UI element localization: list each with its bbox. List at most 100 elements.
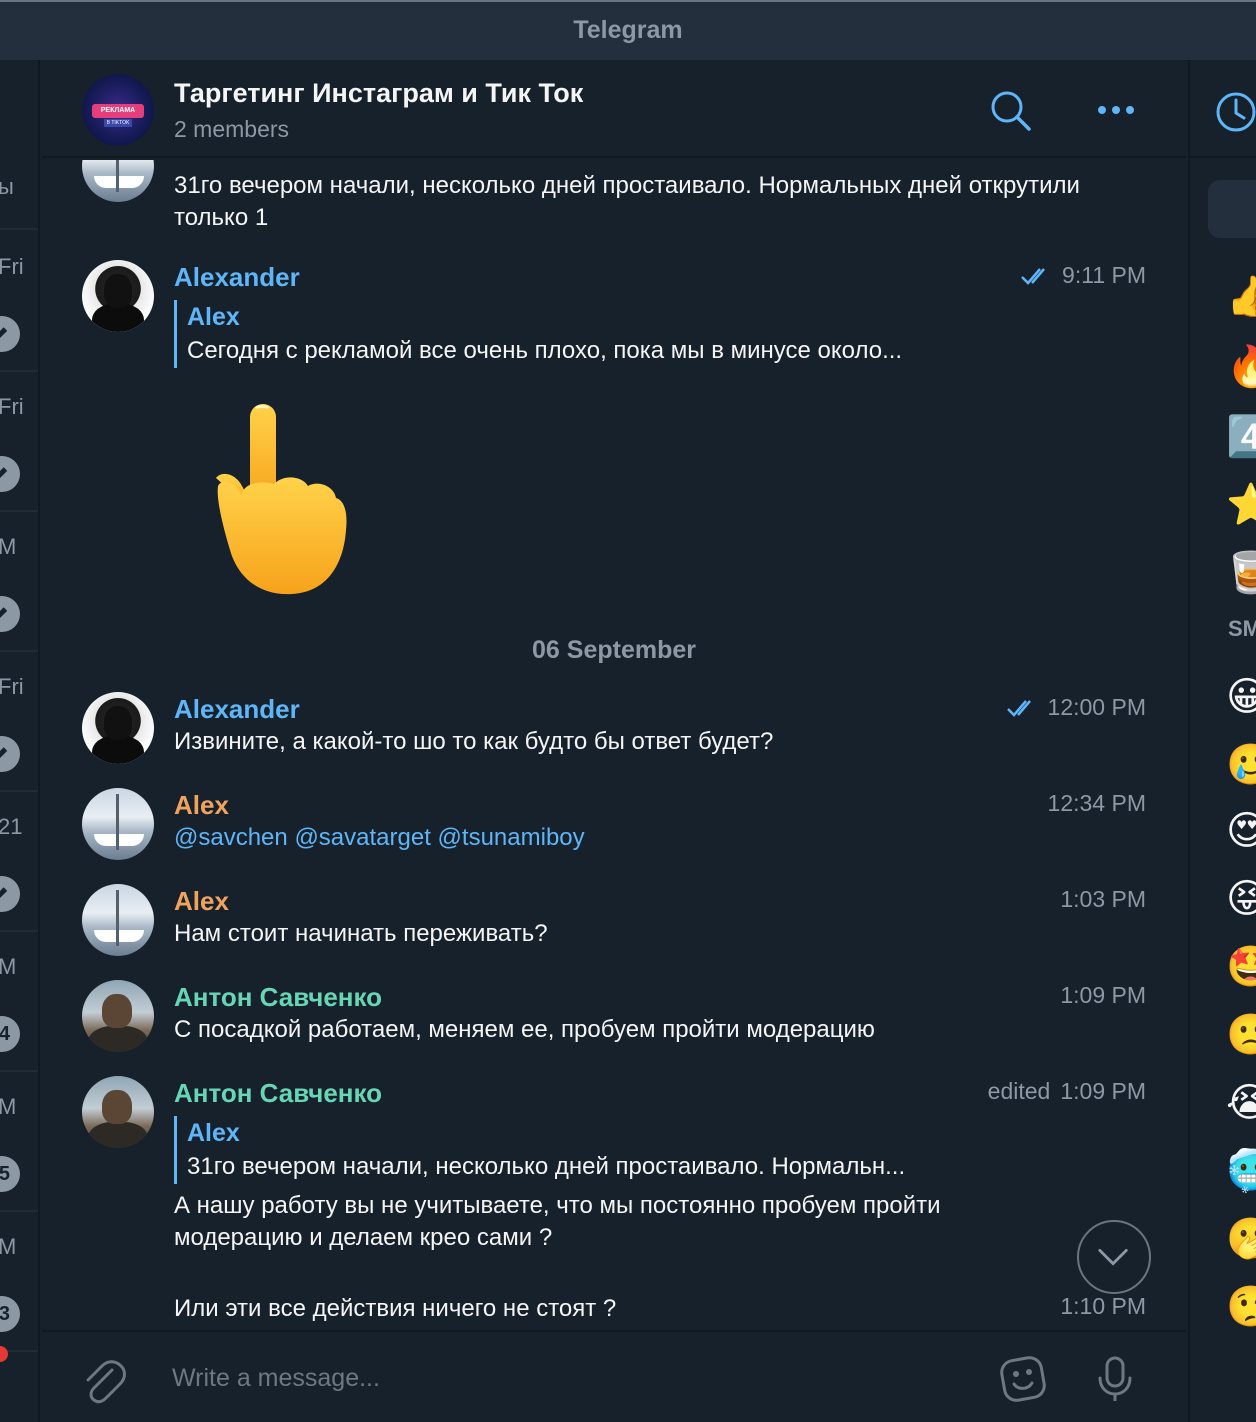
chat-list-item[interactable]: Fri xyxy=(0,372,38,512)
message[interactable]: Антон Савченко 1:09 PM С посадкой работа… xyxy=(174,980,1146,1046)
avatar[interactable] xyxy=(82,1076,154,1148)
chat-list-item[interactable]: ы xyxy=(0,130,38,230)
message-time: 12:00 PM xyxy=(1047,694,1146,720)
microphone-icon[interactable] xyxy=(1090,1354,1140,1404)
message-time: 1:03 PM xyxy=(1060,886,1146,912)
message-time: 1:09 PM xyxy=(1060,1078,1146,1104)
unread-badge: 3 xyxy=(0,1296,20,1332)
message[interactable]: Alex 1:03 PM Нам стоит начинать пережива… xyxy=(174,884,1146,950)
emoji[interactable]: 🤥 xyxy=(1226,1282,1256,1332)
message-meta: edited 1:09 PM xyxy=(988,1078,1146,1105)
emoji[interactable]: 😭 xyxy=(1226,1078,1256,1128)
message-meta: 12:34 PM xyxy=(1048,790,1146,817)
reply-text: 31го вечером начали, несколько дней прос… xyxy=(187,1153,906,1180)
emoji[interactable]: 😍 xyxy=(1226,806,1256,856)
chat-list-item[interactable]: M 4 xyxy=(0,932,38,1072)
message[interactable]: Alexander 12:00 PM Извините, а какой-то … xyxy=(174,692,1146,758)
scroll-to-bottom-button[interactable] xyxy=(1077,1220,1151,1294)
chat-list-item[interactable]: M 3 xyxy=(0,1212,38,1352)
paperclip-icon[interactable] xyxy=(78,1356,128,1406)
chat-header[interactable]: РЕКЛАМА В TIKTOK Таргетинг Инстаграм и Т… xyxy=(42,60,1186,158)
chat-list-item-time: 21 xyxy=(0,814,23,839)
mention-link[interactable]: @savchen xyxy=(174,824,288,851)
avatar[interactable] xyxy=(82,692,154,764)
chat-list-item[interactable]: Fri xyxy=(0,232,38,372)
message[interactable]: 31го вечером начали, несколько дней прос… xyxy=(174,170,1146,234)
message-meta: 12:00 PM xyxy=(1006,694,1146,721)
sticker-icon[interactable] xyxy=(998,1354,1048,1404)
message-sender[interactable]: Alexander xyxy=(174,692,1146,726)
chat-list-strip[interactable]: ы Fri Fri M Fri 21 M 4 M 5 M 3 xyxy=(0,60,40,1422)
avatar[interactable] xyxy=(82,884,154,956)
reply-preview[interactable]: Alex 31го вечером начали, несколько дней… xyxy=(174,1116,1146,1184)
chat-list-item-time: Fri xyxy=(0,394,24,419)
search-icon[interactable] xyxy=(988,88,1032,132)
emoji[interactable]: 😀 xyxy=(1226,672,1256,722)
emoji[interactable]: 👍 xyxy=(1226,272,1256,322)
group-avatar-sublabel: В TIKTOK xyxy=(104,119,132,127)
chat-list-item-time: ы xyxy=(0,174,14,200)
avatar[interactable] xyxy=(82,788,154,860)
emoji[interactable]: 🥲 xyxy=(1226,740,1256,790)
chat-list-item[interactable]: Fri xyxy=(0,652,38,792)
message[interactable]: Alex 12:34 PM @savchen @savatarget @tsun… xyxy=(174,788,1146,854)
message-meta: 1:10 PM xyxy=(1060,1293,1146,1320)
emoji[interactable]: 😝 xyxy=(1226,874,1256,924)
emoji[interactable]: 🥃 xyxy=(1226,548,1256,598)
chat-list-item-time: M xyxy=(0,1234,16,1260)
emoji[interactable]: 🫢 xyxy=(1226,1214,1256,1264)
message-sender[interactable]: Alexander xyxy=(174,260,1146,294)
message-text: Или эти все действия ничего не стоят ? xyxy=(174,1295,617,1322)
message[interactable]: Антон Савченко edited 1:09 PM Alex 31го … xyxy=(174,1076,1146,1254)
chat-list-item[interactable]: M xyxy=(0,512,38,652)
chevron-down-icon xyxy=(1098,1248,1128,1266)
emoji[interactable]: 🔥 xyxy=(1226,342,1256,392)
message-text: 31го вечером начали, несколько дней прос… xyxy=(174,172,1080,231)
message[interactable]: Alexander 9:11 PM Alex Сегодня с рекламо… xyxy=(174,260,1146,374)
pin-icon xyxy=(0,736,20,772)
chat-list-item-time: Fri xyxy=(0,254,24,279)
date-separator: 06 September xyxy=(532,636,696,664)
message-input[interactable] xyxy=(172,1358,972,1398)
reply-preview[interactable]: Alex Сегодня с рекламой все очень плохо,… xyxy=(174,300,1146,368)
message-text: Нам стоит начинать переживать? xyxy=(174,920,548,947)
emoji[interactable]: 🤩 xyxy=(1226,942,1256,992)
emoji-search-field[interactable] xyxy=(1208,180,1256,238)
window-titlebar: Telegram xyxy=(0,0,1256,60)
message-text: @savchen @savatarget @tsunamiboy xyxy=(174,822,1146,854)
emoji-panel: 👍 🔥 4️⃣ ⭐ 🥃 SM 😀 🥲 😍 😝 🤩 🙁 😭 🥶 🫢 🤥 xyxy=(1188,60,1256,1422)
messages-area[interactable]: 31го вечером начали, несколько дней прос… xyxy=(42,160,1186,1330)
message-time: 12:34 PM xyxy=(1047,790,1146,816)
edited-label: edited xyxy=(987,1078,1051,1104)
clock-icon[interactable] xyxy=(1214,90,1256,134)
message-sender[interactable]: Alex xyxy=(174,788,1146,822)
double-check-icon xyxy=(1006,699,1031,717)
pointing-hand-sticker[interactable] xyxy=(212,400,352,596)
message-time: 1:10 PM xyxy=(1060,1293,1146,1319)
chat-list-item-time: M xyxy=(0,1094,16,1120)
message-meta: 1:09 PM xyxy=(1060,982,1146,1009)
emoji[interactable]: ⭐ xyxy=(1226,480,1256,530)
chat-list-item[interactable]: M 5 xyxy=(0,1072,38,1212)
unread-badge: 5 xyxy=(0,1156,20,1192)
message-meta: 9:11 PM xyxy=(1020,262,1146,289)
message-sender[interactable]: Антон Савченко xyxy=(174,980,1146,1014)
message-sender[interactable]: Alex xyxy=(174,884,1146,918)
avatar[interactable] xyxy=(82,980,154,1052)
emoji[interactable]: 🥶 xyxy=(1226,1146,1256,1196)
avatar[interactable] xyxy=(82,160,154,202)
group-avatar[interactable]: РЕКЛАМА В TIKTOK xyxy=(82,74,154,146)
reply-sender: Alex xyxy=(187,303,240,331)
emoji[interactable]: 🙁 xyxy=(1226,1010,1256,1060)
more-icon[interactable] xyxy=(1094,88,1138,132)
message[interactable]: Или эти все действия ничего не стоят ? 1… xyxy=(174,1293,1146,1325)
avatar[interactable] xyxy=(82,260,154,332)
message-text: С посадкой работаем, меняем ее, пробуем … xyxy=(174,1016,875,1043)
mention-link[interactable]: @tsunamiboy xyxy=(438,824,585,851)
chat-list-item-time: M xyxy=(0,534,16,560)
emoji[interactable]: 4️⃣ xyxy=(1226,412,1256,462)
chat-list-item[interactable]: 21 xyxy=(0,792,38,932)
mention-link[interactable]: @savatarget xyxy=(294,824,430,851)
reply-text: Сегодня с рекламой все очень плохо, пока… xyxy=(187,337,903,364)
pin-icon xyxy=(0,596,20,632)
